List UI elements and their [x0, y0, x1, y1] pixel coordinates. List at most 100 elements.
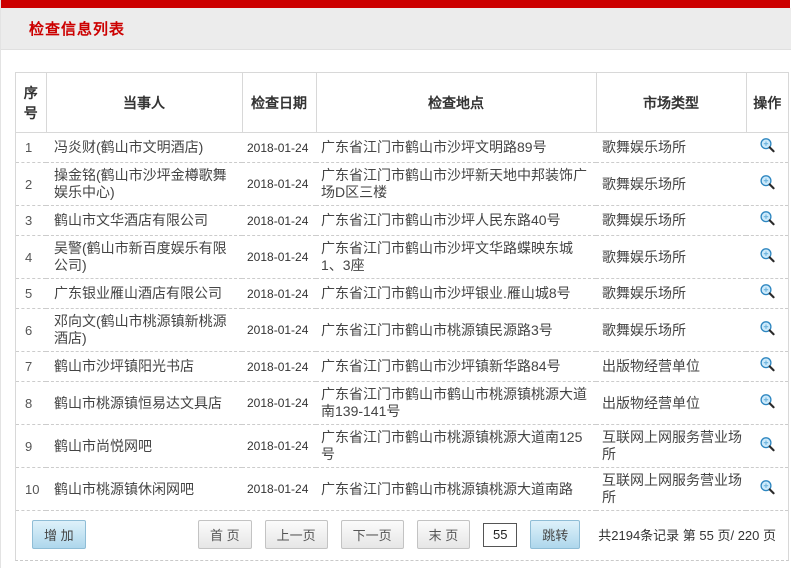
- row-party: 鹤山市桃源镇恒易达文具店: [46, 382, 242, 425]
- row-party: 鹤山市文华酒店有限公司: [46, 206, 242, 236]
- row-inspect-address: 广东省江门市鹤山市桃源镇桃源大道南125号: [316, 425, 596, 468]
- table-row: 7 鹤山市沙坪镇阳光书店 2018-01-24 广东省江门市鹤山市沙坪镇新华路8…: [16, 352, 788, 382]
- magnifier-view-icon[interactable]: [759, 436, 776, 453]
- record-summary: 共2194条记录 第 55 页/ 220 页: [598, 525, 776, 544]
- row-market-type: 歌舞娱乐场所: [596, 279, 746, 309]
- row-serial-number: 2: [16, 163, 46, 206]
- row-action-cell: [746, 352, 788, 382]
- magnifier-view-icon[interactable]: [759, 210, 776, 227]
- row-market-type: 出版物经营单位: [596, 352, 746, 382]
- row-serial-number: 9: [16, 425, 46, 468]
- row-serial-number: 4: [16, 236, 46, 279]
- table-body: 1 冯炎财(鹤山市文明酒店) 2018-01-24 广东省江门市鹤山市沙坪文明路…: [16, 133, 788, 511]
- row-serial-number: 5: [16, 279, 46, 309]
- magnifier-view-icon[interactable]: [759, 283, 776, 300]
- row-party: 鹤山市尚悦网吧: [46, 425, 242, 468]
- row-inspect-date: 2018-01-24: [242, 352, 316, 382]
- magnifier-view-icon[interactable]: [759, 479, 776, 496]
- row-serial-number: 10: [16, 468, 46, 511]
- row-market-type: 歌舞娱乐场所: [596, 163, 746, 206]
- row-party: 鹤山市沙坪镇阳光书店: [46, 352, 242, 382]
- row-inspect-address: 广东省江门市鹤山市鹤山市桃源镇桃源大道南139-141号: [316, 382, 596, 425]
- header-party: 当事人: [46, 73, 242, 133]
- row-market-type: 歌舞娱乐场所: [596, 206, 746, 236]
- next-page-button[interactable]: 下一页: [341, 520, 404, 549]
- row-party: 吴警(鹤山市新百度娱乐有限公司): [46, 236, 242, 279]
- table-row: 3 鹤山市文华酒店有限公司 2018-01-24 广东省江门市鹤山市沙坪人民东路…: [16, 206, 788, 236]
- page-title: 检查信息列表: [29, 18, 125, 39]
- row-action-cell: [746, 382, 788, 425]
- row-market-type: 互联网上网服务营业场所: [596, 425, 746, 468]
- table-row: 1 冯炎财(鹤山市文明酒店) 2018-01-24 广东省江门市鹤山市沙坪文明路…: [16, 133, 788, 163]
- row-inspect-date: 2018-01-24: [242, 309, 316, 352]
- header-inspect-address: 检查地点: [316, 73, 596, 133]
- pager-controls: 首 页 上一页 下一页 末 页 跳转: [198, 520, 580, 549]
- row-market-type: 歌舞娱乐场所: [596, 236, 746, 279]
- row-party: 冯炎财(鹤山市文明酒店): [46, 133, 242, 163]
- magnifier-view-icon[interactable]: [759, 393, 776, 410]
- row-party: 鹤山市桃源镇休闲网吧: [46, 468, 242, 511]
- table-row: 5 广东银业雁山酒店有限公司 2018-01-24 广东省江门市鹤山市沙坪银业.…: [16, 279, 788, 309]
- page-number-input[interactable]: [483, 523, 517, 547]
- title-bar: 检查信息列表: [1, 8, 791, 50]
- row-inspect-date: 2018-01-24: [242, 382, 316, 425]
- table-row: 6 邓向文(鹤山市桃源镇新桃源酒店) 2018-01-24 广东省江门市鹤山市桃…: [16, 309, 788, 352]
- row-market-type: 出版物经营单位: [596, 382, 746, 425]
- magnifier-view-icon[interactable]: [759, 247, 776, 264]
- first-page-button[interactable]: 首 页: [198, 520, 252, 549]
- row-action-cell: [746, 468, 788, 511]
- row-action-cell: [746, 425, 788, 468]
- magnifier-view-icon[interactable]: [759, 320, 776, 337]
- jump-button[interactable]: 跳转: [530, 520, 580, 549]
- inspection-list-panel: 序号 当事人 检查日期 检查地点 市场类型 操作 1 冯炎财(鹤山市文明酒店) …: [15, 72, 789, 561]
- header-action: 操作: [746, 73, 788, 133]
- row-inspect-address: 广东省江门市鹤山市桃源镇桃源大道南路: [316, 468, 596, 511]
- row-action-cell: [746, 236, 788, 279]
- row-market-type: 歌舞娱乐场所: [596, 309, 746, 352]
- magnifier-view-icon[interactable]: [759, 137, 776, 154]
- table-row: 9 鹤山市尚悦网吧 2018-01-24 广东省江门市鹤山市桃源镇桃源大道南12…: [16, 425, 788, 468]
- table-row: 10 鹤山市桃源镇休闲网吧 2018-01-24 广东省江门市鹤山市桃源镇桃源大…: [16, 468, 788, 511]
- top-red-bar: [1, 0, 790, 8]
- row-inspect-date: 2018-01-24: [242, 468, 316, 511]
- header-inspect-date: 检查日期: [242, 73, 316, 133]
- row-inspect-address: 广东省江门市鹤山市沙坪文华路蝶映东城1、3座: [316, 236, 596, 279]
- table-row: 2 操金铭(鹤山市沙坪金樽歌舞娱乐中心) 2018-01-24 广东省江门市鹤山…: [16, 163, 788, 206]
- row-party: 邓向文(鹤山市桃源镇新桃源酒店): [46, 309, 242, 352]
- row-action-cell: [746, 206, 788, 236]
- last-page-button[interactable]: 末 页: [417, 520, 471, 549]
- row-inspect-address: 广东省江门市鹤山市沙坪银业.雁山城8号: [316, 279, 596, 309]
- add-button[interactable]: 增 加: [32, 520, 86, 549]
- row-inspect-address: 广东省江门市鹤山市沙坪人民东路40号: [316, 206, 596, 236]
- inspection-table: 序号 当事人 检查日期 检查地点 市场类型 操作 1 冯炎财(鹤山市文明酒店) …: [16, 72, 788, 511]
- row-inspect-date: 2018-01-24: [242, 279, 316, 309]
- row-serial-number: 1: [16, 133, 46, 163]
- row-action-cell: [746, 163, 788, 206]
- row-serial-number: 6: [16, 309, 46, 352]
- table-header: 序号 当事人 检查日期 检查地点 市场类型 操作: [16, 73, 788, 133]
- row-inspect-date: 2018-01-24: [242, 163, 316, 206]
- row-party: 广东银业雁山酒店有限公司: [46, 279, 242, 309]
- row-inspect-date: 2018-01-24: [242, 133, 316, 163]
- row-action-cell: [746, 279, 788, 309]
- prev-page-button[interactable]: 上一页: [265, 520, 328, 549]
- row-inspect-date: 2018-01-24: [242, 206, 316, 236]
- row-party: 操金铭(鹤山市沙坪金樽歌舞娱乐中心): [46, 163, 242, 206]
- table-row: 8 鹤山市桃源镇恒易达文具店 2018-01-24 广东省江门市鹤山市鹤山市桃源…: [16, 382, 788, 425]
- row-inspect-address: 广东省江门市鹤山市沙坪文明路89号: [316, 133, 596, 163]
- row-action-cell: [746, 309, 788, 352]
- row-inspect-address: 广东省江门市鹤山市沙坪新天地中邦装饰广场D区三楼: [316, 163, 596, 206]
- pagination-bar: 增 加 首 页 上一页 下一页 末 页 跳转 共2194条记录 第 55 页/ …: [16, 511, 788, 560]
- row-serial-number: 8: [16, 382, 46, 425]
- row-serial-number: 3: [16, 206, 46, 236]
- row-market-type: 歌舞娱乐场所: [596, 133, 746, 163]
- page: 检查信息列表 序号 当事人 检查日期 检查地点 市场类型 操作 1 冯炎财(鹤山…: [0, 0, 792, 568]
- row-action-cell: [746, 133, 788, 163]
- row-inspect-address: 广东省江门市鹤山市桃源镇民源路3号: [316, 309, 596, 352]
- row-serial-number: 7: [16, 352, 46, 382]
- magnifier-view-icon[interactable]: [759, 174, 776, 191]
- row-market-type: 互联网上网服务营业场所: [596, 468, 746, 511]
- row-inspect-date: 2018-01-24: [242, 236, 316, 279]
- row-inspect-address: 广东省江门市鹤山市沙坪镇新华路84号: [316, 352, 596, 382]
- magnifier-view-icon[interactable]: [759, 356, 776, 373]
